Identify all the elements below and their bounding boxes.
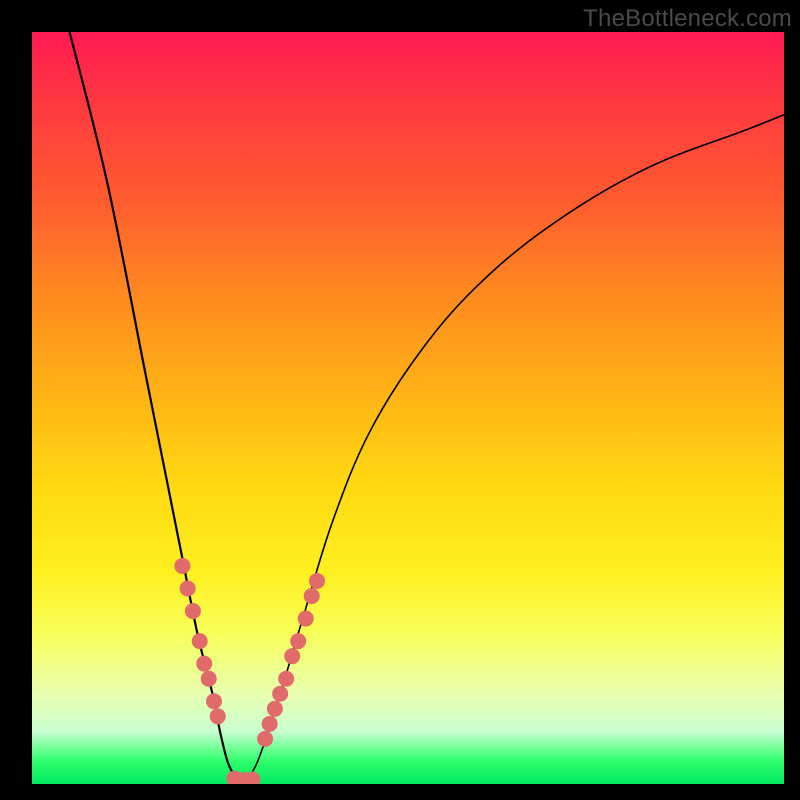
chart-svg	[32, 32, 784, 784]
right-marker-dot	[278, 671, 294, 687]
right-curve	[243, 115, 784, 784]
right-marker-dot	[262, 716, 278, 732]
right-marker-dot	[272, 686, 288, 702]
left-marker-dot	[185, 603, 201, 619]
right-marker-dot	[257, 731, 273, 747]
chart-frame: TheBottleneck.com	[0, 0, 800, 800]
right-marker-dot	[309, 573, 325, 589]
left-marker-dot	[196, 656, 212, 672]
left-marker-dot	[174, 558, 190, 574]
right-marker-dot	[298, 611, 314, 627]
right-marker-dot	[284, 648, 300, 664]
left-marker-dot	[192, 633, 208, 649]
right-marker-dot	[290, 633, 306, 649]
watermark-text: TheBottleneck.com	[583, 5, 792, 33]
left-marker-dot	[210, 708, 226, 724]
left-marker-dot	[180, 580, 196, 596]
left-curve	[70, 32, 243, 784]
left-marker-dot	[206, 693, 222, 709]
left-marker-dot	[201, 671, 217, 687]
right-marker-dot	[267, 701, 283, 717]
right-marker-dot	[304, 588, 320, 604]
